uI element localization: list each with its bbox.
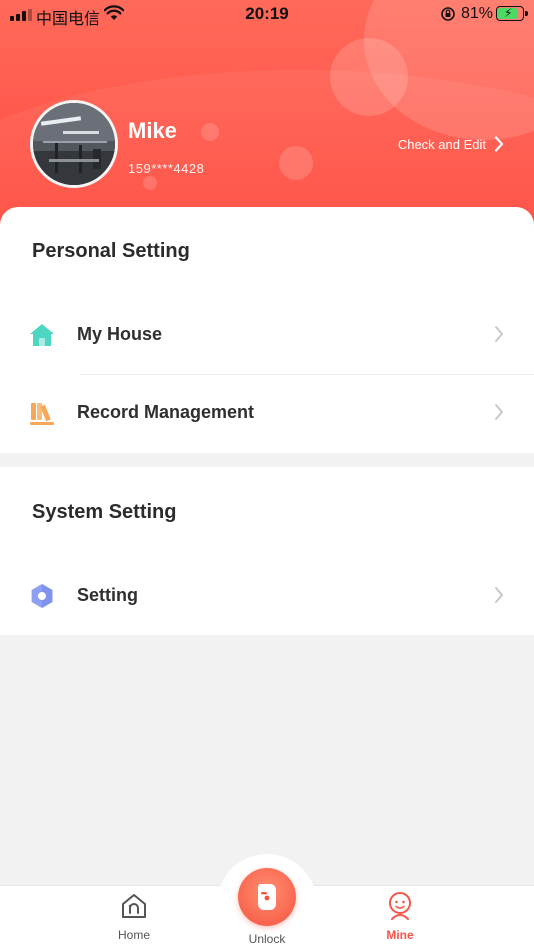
chevron-right-icon (494, 586, 504, 609)
system-setting-title: System Setting (32, 501, 177, 523)
menu-item-label: My House (77, 324, 163, 344)
header-bubble (201, 123, 219, 141)
avatar-photo (33, 103, 115, 185)
personal-setting-title: Personal Setting (32, 240, 190, 262)
header-bubble (279, 146, 313, 180)
tab-home-label: Home (117, 928, 150, 942)
tab-mine[interactable]: Mine (350, 886, 450, 950)
lock-icon (257, 884, 276, 910)
header-bubble (330, 38, 408, 116)
user-name: Mike (128, 118, 177, 143)
chevron-right-icon (494, 136, 504, 152)
tab-mine-label: Mine (386, 928, 414, 942)
unlock-button[interactable] (238, 868, 296, 926)
tab-unlock-label: Unlock (248, 932, 286, 946)
header-bubble (143, 176, 157, 190)
books-icon (28, 399, 56, 427)
battery-charging-icon: ⚡ (496, 6, 528, 21)
menu-item-my-house[interactable]: My House (0, 305, 534, 365)
tab-home[interactable]: Home (84, 886, 184, 950)
menu-item-record-management[interactable]: Record Management (0, 383, 534, 443)
divider (80, 374, 534, 375)
check-and-edit-label: Check and Edit (397, 136, 486, 152)
menu-item-label: Record Management (77, 402, 255, 422)
status-bar: 中国电信 20:19 81% ⚡ (0, 0, 534, 30)
house-icon (28, 321, 56, 349)
personal-setting-card: Personal Setting My House Record Managem… (0, 207, 534, 453)
system-setting-card: System Setting Setting (0, 467, 534, 635)
menu-item-label: Setting (77, 585, 138, 605)
home-icon (122, 894, 146, 918)
chevron-right-icon (494, 325, 504, 348)
hexagon-gear-icon (28, 582, 56, 610)
user-phone: 159****4428 (128, 161, 205, 176)
person-icon (389, 892, 411, 920)
avatar[interactable] (30, 100, 118, 188)
battery-percent: 81% (461, 5, 494, 22)
check-and-edit-link[interactable]: Check and Edit (398, 136, 504, 152)
chevron-right-icon (494, 403, 504, 426)
orientation-lock-icon (440, 6, 456, 27)
menu-item-setting[interactable]: Setting (0, 566, 534, 626)
